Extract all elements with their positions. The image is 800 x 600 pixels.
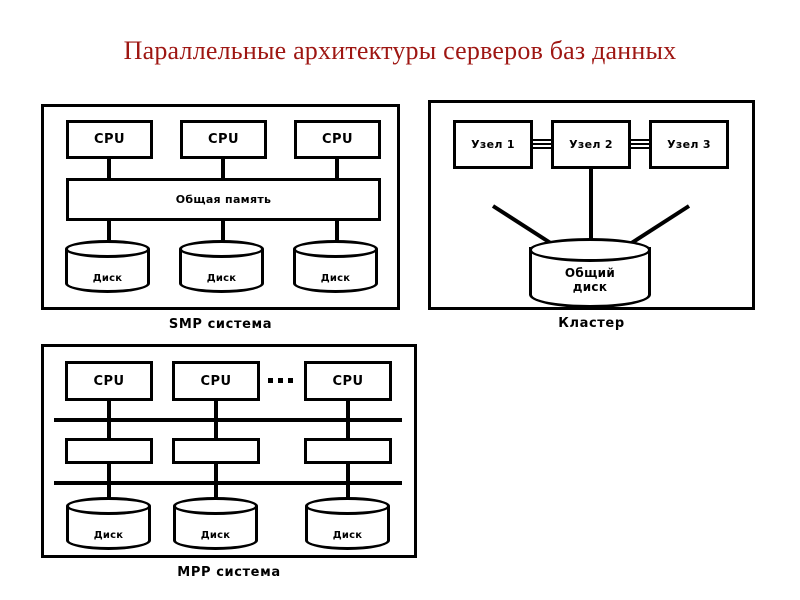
cluster-shared-disk-label: Общий диск — [529, 266, 651, 294]
smp-connector-memory-disk2 — [221, 219, 225, 242]
mpp-memory-box-3 — [304, 438, 392, 464]
diagram-smp-inner: CPU CPU CPU Общая память Диск Диск Диск — [44, 107, 397, 307]
mpp-disk-2-label: Диск — [200, 530, 231, 541]
smp-disk-3-top — [293, 240, 378, 258]
smp-cpu-box-3: CPU — [294, 120, 381, 159]
mpp-connector-bus1-mem1 — [107, 418, 111, 440]
smp-disk-3: Диск — [293, 240, 378, 293]
mpp-memory-box-1 — [65, 438, 153, 464]
mpp-disk-3-label: Диск — [332, 530, 363, 541]
cluster-shared-disk-label-line2: диск — [572, 280, 608, 294]
mpp-memory-box-2 — [172, 438, 260, 464]
smp-disk-2-label: Диск — [206, 273, 237, 284]
mpp-disk-3: Диск — [305, 497, 390, 550]
smp-connector-memory-disk3 — [335, 219, 339, 242]
mpp-disk-1-top — [66, 497, 151, 515]
smp-cpu-box-1: CPU — [66, 120, 153, 159]
mpp-connector-bus1-mem2 — [214, 418, 218, 440]
cluster-node-box-1: Узел 1 — [453, 120, 533, 169]
mpp-connector-bus1-mem3 — [346, 418, 350, 440]
smp-disk-1-label: Диск — [92, 273, 123, 284]
mpp-cpu-box-1: CPU — [65, 361, 153, 401]
mpp-cpu-label-1: CPU — [93, 373, 125, 389]
smp-connector-cpu1-memory — [107, 157, 111, 180]
smp-disk-3-label: Диск — [320, 273, 351, 284]
mpp-disk-2-top — [173, 497, 258, 515]
cluster-interconnect-1-2 — [531, 139, 553, 150]
mpp-cpu-label-3: CPU — [332, 373, 364, 389]
cluster-node-label-2: Узел 2 — [569, 138, 613, 151]
smp-cpu-label-1: CPU — [93, 132, 126, 147]
smp-cpu-label-3: CPU — [321, 132, 354, 147]
diagram-smp-caption: SMP система — [168, 317, 273, 332]
mpp-disk-1: Диск — [66, 497, 151, 550]
smp-connector-memory-disk1 — [107, 219, 111, 242]
cluster-node-label-3: Узел 3 — [667, 138, 711, 151]
mpp-disk-3-top — [305, 497, 390, 515]
mpp-cpu-box-2: CPU — [172, 361, 260, 401]
smp-connector-cpu3-memory — [335, 157, 339, 180]
diagram-smp-panel: CPU CPU CPU Общая память Диск Диск Диск — [41, 104, 400, 310]
mpp-cpu-box-3: CPU — [304, 361, 392, 401]
cluster-interconnect-2-3 — [629, 139, 651, 150]
mpp-disk-2: Диск — [173, 497, 258, 550]
smp-shared-memory-label: Общая память — [175, 193, 272, 206]
cluster-node-box-3: Узел 3 — [649, 120, 729, 169]
page-title: Параллельные архитектуры серверов баз да… — [123, 36, 677, 65]
diagram-cluster-panel: Узел 1 Узел 2 Узел 3 Общий диск — [428, 100, 755, 310]
diagram-mpp-caption: MPP система — [177, 565, 281, 580]
smp-shared-memory-bar: Общая память — [66, 178, 381, 221]
smp-cpu-label-2: CPU — [207, 132, 240, 147]
cluster-shared-disk-top — [529, 238, 651, 262]
cluster-shared-disk: Общий диск — [529, 238, 651, 308]
cluster-shared-disk-label-line1: Общий — [564, 266, 616, 280]
cluster-node-box-2: Узел 2 — [551, 120, 631, 169]
smp-disk-1-top — [65, 240, 150, 258]
smp-disk-2-top — [179, 240, 264, 258]
mpp-disk-1-label: Диск — [93, 530, 124, 541]
diagram-mpp-panel: CPU CPU CPU Диск Диск Диск — [41, 344, 417, 558]
smp-disk-1: Диск — [65, 240, 150, 293]
smp-cpu-box-2: CPU — [180, 120, 267, 159]
mpp-ellipsis-icon — [268, 378, 293, 383]
diagram-cluster-caption: Кластер — [558, 316, 625, 331]
diagram-cluster-inner: Узел 1 Узел 2 Узел 3 Общий диск — [431, 103, 752, 308]
mpp-cpu-label-2: CPU — [200, 373, 232, 389]
diagram-mpp-inner: CPU CPU CPU Диск Диск Диск — [44, 347, 414, 555]
smp-disk-2: Диск — [179, 240, 264, 293]
cluster-node-label-1: Узел 1 — [471, 138, 515, 151]
smp-connector-cpu2-memory — [221, 157, 225, 180]
